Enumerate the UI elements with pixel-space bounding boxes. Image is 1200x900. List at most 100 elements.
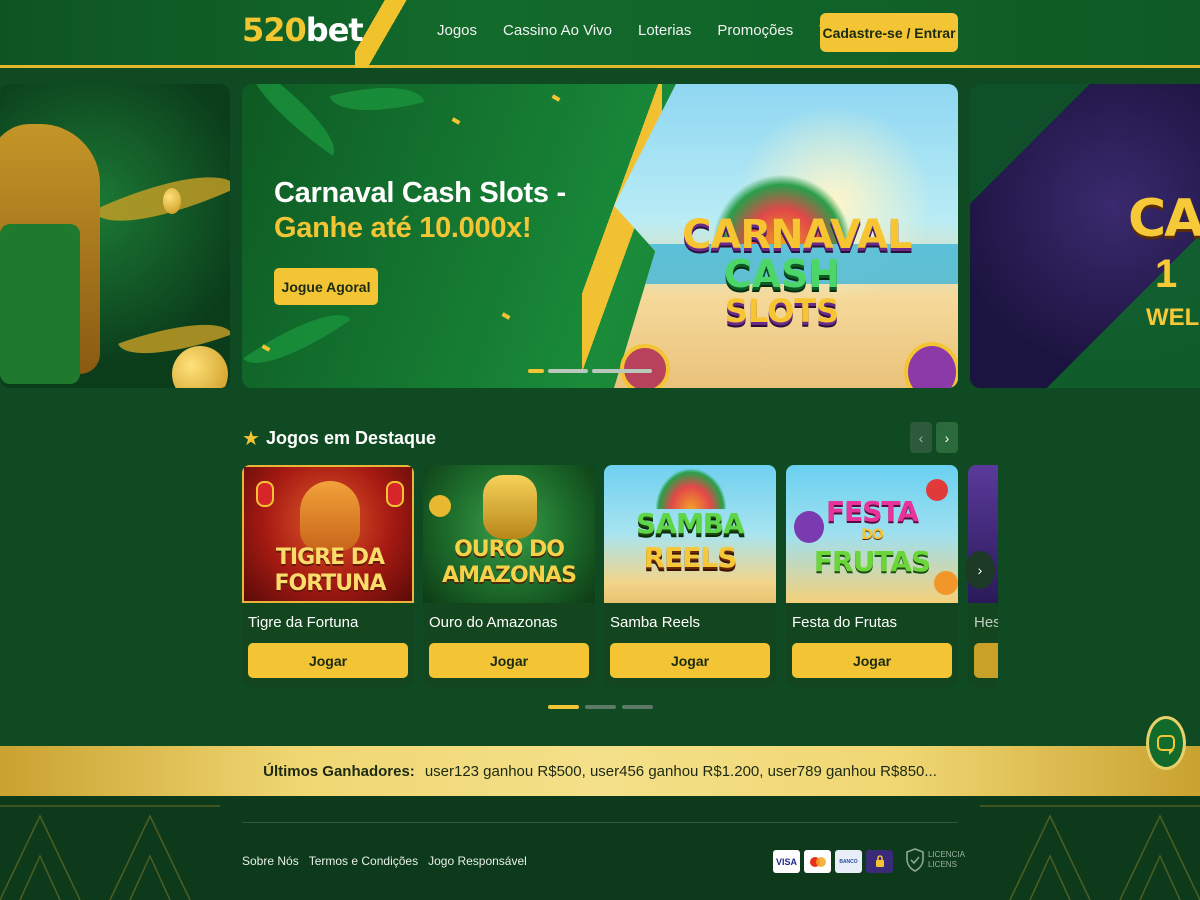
visa-icon: VISA <box>773 850 800 873</box>
logo-text: bet <box>305 11 364 49</box>
confetti-decoration <box>551 94 561 102</box>
hero-title: Carnaval Cash Slots - <box>274 177 566 209</box>
confetti-decoration <box>501 312 511 320</box>
game-name: Festa do Frutas <box>792 614 898 631</box>
chevron-left-icon: ‹ <box>918 429 924 446</box>
winners-label: Últimos Ganhadores: <box>263 762 415 780</box>
featured-pagination <box>548 705 653 709</box>
shield-icon <box>906 848 924 872</box>
game-thumbnail[interactable]: FESTA DO FRUTAS <box>786 465 958 603</box>
winners-text: user123 ganhou R$500, user456 ganhou R$1… <box>424 762 937 780</box>
chevron-right-icon: › <box>944 429 950 446</box>
featured-pagination-dot[interactable] <box>622 705 653 709</box>
game-thumbnail[interactable]: TIGRE DA FORTUNA <box>242 465 414 603</box>
slide-logo-line-2: 1 <box>1155 252 1178 296</box>
gold-coin-decoration <box>172 346 228 388</box>
game-card-tigre-da-fortuna[interactable]: TIGRE DA FORTUNA Tigre da Fortuna Jogar <box>242 465 414 687</box>
mastercard-icon <box>804 850 831 873</box>
game-name: Hes <box>974 614 998 631</box>
play-button[interactable]: Jogar <box>248 643 408 678</box>
play-button[interactable]: Jogar <box>429 643 589 678</box>
drum-decoration <box>904 342 958 388</box>
live-chat-button[interactable] <box>1146 716 1186 770</box>
art-deco-pattern-left <box>0 805 220 900</box>
play-button[interactable]: Jogar <box>610 643 770 678</box>
jaguar-statue-art <box>483 475 537 539</box>
game-card-festa-do-frutas[interactable]: FESTA DO FRUTAS Festa do Frutas Jogar <box>786 465 958 687</box>
nav-item-cassino-ao-vivo[interactable]: Cassino Ao Vivo <box>490 22 625 39</box>
palm-leaf-decoration <box>243 295 351 383</box>
footer-link-sobre-nos[interactable]: Sobre Nós <box>242 854 299 868</box>
hero-pagination <box>528 369 652 373</box>
game-art-line-2: REELS <box>643 541 738 574</box>
gold-coin-decoration <box>429 495 451 517</box>
footer-link-termos[interactable]: Termos e Condições <box>309 854 418 868</box>
game-logo-line-3: SLOTS <box>724 292 840 330</box>
game-art-line-2: AMAZONAS <box>442 563 577 588</box>
license-line-2: LICENS <box>928 860 957 869</box>
license-badge[interactable]: LICENCIA LICENS <box>906 848 965 872</box>
latest-winners-ticker: Últimos Ganhadores: user123 ganhou R$500… <box>0 746 1200 796</box>
confetti-decoration <box>451 117 461 125</box>
featured-pagination-dot[interactable] <box>548 705 579 709</box>
tiger-coat-art <box>0 224 80 384</box>
play-button[interactable]: Jogar <box>792 643 952 678</box>
carousel-prev-button[interactable]: ‹ <box>910 422 932 453</box>
game-art-line-2: FORTUNA <box>274 571 387 596</box>
chat-bubble-icon <box>1157 735 1175 755</box>
art-deco-pattern-right <box>980 805 1200 900</box>
license-line-1: LICENCIA <box>928 850 965 859</box>
tiger-face-art <box>300 481 360 551</box>
slide-logo-line-1: CAR <box>1128 189 1200 249</box>
palm-leaf-decoration <box>329 84 425 126</box>
palm-leaf-decoration <box>93 151 230 247</box>
feather-decoration <box>656 469 726 509</box>
featured-section-title: ★ Jogos em Destaque <box>242 426 436 451</box>
star-icon: ★ <box>242 428 260 450</box>
hero-slide-next[interactable]: CAR 1 WEL <box>970 84 1200 388</box>
play-button[interactable] <box>974 643 998 678</box>
game-card-ouro-do-amazonas[interactable]: OURO DO AMAZONAS Ouro do Amazonas Jogar <box>423 465 595 687</box>
lock-icon <box>866 850 893 873</box>
game-art-line-1: OURO DO <box>454 537 565 562</box>
cards-scroll-right-button[interactable]: › <box>965 551 995 589</box>
signup-login-button[interactable]: Cadastre-se / Entrar <box>820 13 958 52</box>
nav-item-promocoes[interactable]: Promoções <box>704 22 806 39</box>
game-thumbnail[interactable]: SAMBA REELS <box>604 465 776 603</box>
hero-banner[interactable]: CARNAVAL CASH SLOTS Carnaval Cash Slots … <box>242 84 958 388</box>
hero-pagination-dot[interactable] <box>548 369 588 373</box>
footer-link-jogo-responsavel[interactable]: Jogo Responsável <box>428 854 527 868</box>
lantern-decoration <box>256 481 274 507</box>
carousel-next-button[interactable]: › <box>936 422 958 453</box>
hero-subtitle: Ganhe até 10.000x! <box>274 212 532 244</box>
bank-transfer-icon: BANCO <box>835 850 862 873</box>
logo-number: 520 <box>242 11 307 49</box>
play-now-button[interactable]: Jogue Agoral <box>274 268 378 305</box>
nav-item-jogos[interactable]: Jogos <box>424 22 490 39</box>
gold-coin-decoration <box>163 188 181 214</box>
footer-links: Sobre Nós Termos e Condições Jogo Respon… <box>242 854 527 868</box>
game-name: Ouro do Amazonas <box>429 614 558 631</box>
chevron-right-icon: › <box>977 562 983 578</box>
game-name: Tigre da Fortuna <box>248 614 359 631</box>
site-header: 520bet Jogos Cassino Ao Vivo Loterias Pr… <box>0 0 1200 68</box>
main-nav: Jogos Cassino Ao Vivo Loterias Promoções… <box>424 22 856 39</box>
featured-pagination-dot[interactable] <box>585 705 616 709</box>
game-logo-line-2: CASH <box>723 252 841 296</box>
hero-pagination-dot[interactable] <box>592 369 652 373</box>
game-card-samba-reels[interactable]: SAMBA REELS Samba Reels Jogar <box>604 465 776 687</box>
game-art-line-1: FESTA <box>825 495 919 528</box>
site-footer: Sobre Nós Termos e Condições Jogo Respon… <box>0 796 1200 900</box>
brand-logo[interactable]: 520bet <box>242 11 364 49</box>
hero-pagination-dot[interactable] <box>528 369 544 373</box>
header-flag-stripe <box>355 0 415 68</box>
game-name: Samba Reels <box>610 614 701 631</box>
featured-title-text: Jogos em Destaque <box>265 428 436 448</box>
slide-logo-line-3: WEL <box>1146 304 1200 331</box>
nav-item-loterias[interactable]: Loterias <box>625 22 704 39</box>
game-art-line-2: DO <box>861 527 884 543</box>
hero-slide-previous[interactable] <box>0 84 230 388</box>
game-thumbnail[interactable]: OURO DO AMAZONAS <box>423 465 595 603</box>
game-art-line-1: TIGRE DA <box>275 545 385 570</box>
lantern-decoration <box>386 481 404 507</box>
